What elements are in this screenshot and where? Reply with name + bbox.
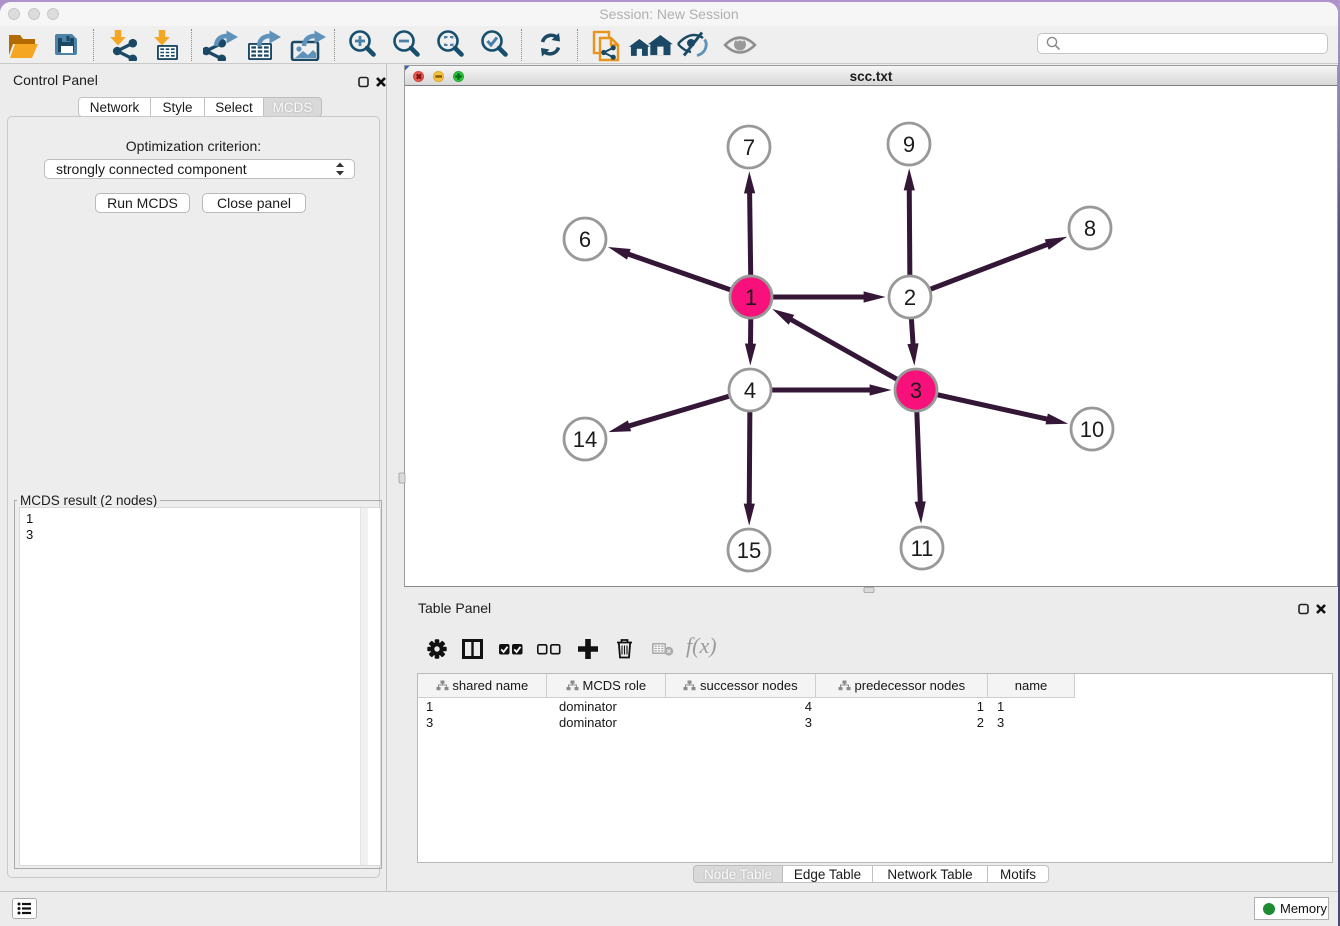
svg-text:15: 15 bbox=[737, 538, 761, 563]
svg-text:10: 10 bbox=[1080, 417, 1104, 442]
svg-text:14: 14 bbox=[573, 427, 597, 452]
svg-text:8: 8 bbox=[1084, 216, 1096, 241]
svg-text:3: 3 bbox=[910, 378, 922, 403]
svg-text:6: 6 bbox=[579, 227, 591, 252]
svg-text:1: 1 bbox=[745, 285, 757, 310]
svg-text:7: 7 bbox=[743, 135, 755, 160]
svg-text:9: 9 bbox=[903, 132, 915, 157]
svg-text:11: 11 bbox=[911, 536, 934, 561]
svg-text:2: 2 bbox=[904, 285, 916, 310]
svg-text:4: 4 bbox=[744, 378, 756, 403]
